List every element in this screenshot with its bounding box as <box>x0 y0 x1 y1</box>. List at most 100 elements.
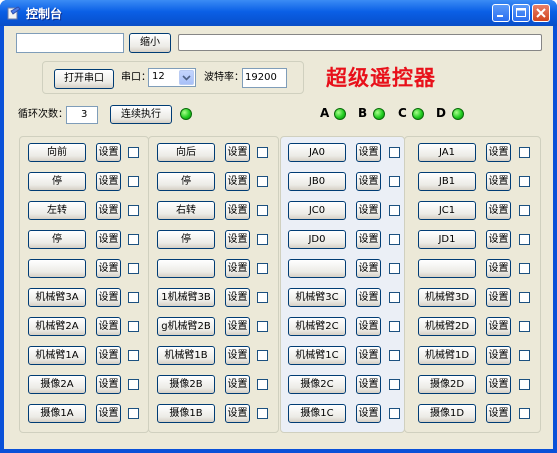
row-checkbox[interactable] <box>519 205 530 216</box>
row-checkbox[interactable] <box>519 147 530 158</box>
row-checkbox[interactable] <box>519 321 530 332</box>
row-checkbox[interactable] <box>257 263 268 274</box>
command-button[interactable]: 向后 <box>157 143 215 162</box>
settings-button[interactable]: 设置 <box>225 375 250 394</box>
command-button[interactable]: 机械臂2A <box>28 317 86 336</box>
settings-button[interactable]: 设置 <box>96 375 121 394</box>
command-button[interactable]: JC0 <box>288 201 346 220</box>
command-button[interactable] <box>28 259 86 278</box>
settings-button[interactable]: 设置 <box>225 201 250 220</box>
row-checkbox[interactable] <box>128 176 139 187</box>
command-button[interactable]: 机械臂3A <box>28 288 86 307</box>
settings-button[interactable]: 设置 <box>96 288 121 307</box>
command-button[interactable]: 机械臂1D <box>418 346 476 365</box>
command-button[interactable]: JC1 <box>418 201 476 220</box>
row-checkbox[interactable] <box>519 350 530 361</box>
command-button[interactable]: 停 <box>28 230 86 249</box>
row-checkbox[interactable] <box>128 263 139 274</box>
command-button[interactable] <box>418 259 476 278</box>
settings-button[interactable]: 设置 <box>356 404 381 423</box>
row-checkbox[interactable] <box>257 234 268 245</box>
settings-button[interactable]: 设置 <box>225 143 250 162</box>
settings-button[interactable]: 设置 <box>96 230 121 249</box>
row-checkbox[interactable] <box>257 176 268 187</box>
row-checkbox[interactable] <box>389 234 400 245</box>
settings-button[interactable]: 设置 <box>486 375 511 394</box>
row-checkbox[interactable] <box>257 147 268 158</box>
settings-button[interactable]: 设置 <box>225 404 250 423</box>
command-button[interactable]: 机械臂1A <box>28 346 86 365</box>
command-button[interactable]: 右转 <box>157 201 215 220</box>
settings-button[interactable]: 设置 <box>225 172 250 191</box>
settings-button[interactable]: 设置 <box>225 346 250 365</box>
row-checkbox[interactable] <box>389 350 400 361</box>
settings-button[interactable]: 设置 <box>486 404 511 423</box>
baud-field[interactable]: 19200 <box>242 68 287 88</box>
settings-button[interactable]: 设置 <box>356 201 381 220</box>
row-checkbox[interactable] <box>257 205 268 216</box>
maximize-button[interactable] <box>512 4 530 22</box>
settings-button[interactable]: 设置 <box>356 172 381 191</box>
loop-count-field[interactable]: 3 <box>66 106 98 124</box>
row-checkbox[interactable] <box>128 147 139 158</box>
shrink-button[interactable]: 缩小 <box>129 33 171 53</box>
command-button[interactable]: 摄像1D <box>418 404 476 423</box>
row-checkbox[interactable] <box>389 321 400 332</box>
settings-button[interactable]: 设置 <box>225 259 250 278</box>
row-checkbox[interactable] <box>389 205 400 216</box>
command-button[interactable]: 摄像1B <box>157 404 215 423</box>
command-button[interactable]: 停 <box>157 230 215 249</box>
settings-button[interactable]: 设置 <box>486 201 511 220</box>
row-checkbox[interactable] <box>257 379 268 390</box>
command-button[interactable] <box>288 259 346 278</box>
open-port-button[interactable]: 打开串口 <box>54 69 114 89</box>
row-checkbox[interactable] <box>519 379 530 390</box>
row-checkbox[interactable] <box>519 292 530 303</box>
run-continuous-button[interactable]: 连续执行 <box>110 105 172 124</box>
minimize-button[interactable] <box>492 4 510 22</box>
settings-button[interactable]: 设置 <box>486 259 511 278</box>
command-button[interactable]: JB0 <box>288 172 346 191</box>
command-button[interactable]: JB1 <box>418 172 476 191</box>
settings-button[interactable]: 设置 <box>356 346 381 365</box>
row-checkbox[interactable] <box>128 234 139 245</box>
row-checkbox[interactable] <box>389 408 400 419</box>
row-checkbox[interactable] <box>389 379 400 390</box>
row-checkbox[interactable] <box>519 408 530 419</box>
settings-button[interactable]: 设置 <box>486 346 511 365</box>
row-checkbox[interactable] <box>519 234 530 245</box>
command-button[interactable]: 机械臂3C <box>288 288 346 307</box>
settings-button[interactable]: 设置 <box>225 288 250 307</box>
row-checkbox[interactable] <box>128 321 139 332</box>
settings-button[interactable]: 设置 <box>225 230 250 249</box>
command-button[interactable]: 摄像1A <box>28 404 86 423</box>
command-button[interactable]: 机械臂2C <box>288 317 346 336</box>
command-button[interactable]: 摄像2A <box>28 375 86 394</box>
close-button[interactable] <box>532 4 550 22</box>
command-button[interactable]: 摄像1C <box>288 404 346 423</box>
command-button[interactable]: 摄像2C <box>288 375 346 394</box>
settings-button[interactable]: 设置 <box>356 288 381 307</box>
port-select[interactable]: 12 <box>148 68 196 87</box>
settings-button[interactable]: 设置 <box>225 317 250 336</box>
command-button[interactable]: 向前 <box>28 143 86 162</box>
settings-button[interactable]: 设置 <box>96 201 121 220</box>
command-button[interactable]: JA0 <box>288 143 346 162</box>
row-checkbox[interactable] <box>257 321 268 332</box>
command-button[interactable]: 摄像2D <box>418 375 476 394</box>
row-checkbox[interactable] <box>257 408 268 419</box>
settings-button[interactable]: 设置 <box>486 172 511 191</box>
command-button[interactable]: 机械臂1C <box>288 346 346 365</box>
row-checkbox[interactable] <box>389 147 400 158</box>
settings-button[interactable]: 设置 <box>486 288 511 307</box>
command-button[interactable]: 左转 <box>28 201 86 220</box>
row-checkbox[interactable] <box>519 176 530 187</box>
input-text-field[interactable] <box>16 33 124 53</box>
row-checkbox[interactable] <box>519 263 530 274</box>
row-checkbox[interactable] <box>128 350 139 361</box>
command-button[interactable]: 机械臂2D <box>418 317 476 336</box>
settings-button[interactable]: 设置 <box>356 143 381 162</box>
row-checkbox[interactable] <box>128 292 139 303</box>
settings-button[interactable]: 设置 <box>96 143 121 162</box>
command-button[interactable]: g机械臂2B <box>157 317 215 336</box>
